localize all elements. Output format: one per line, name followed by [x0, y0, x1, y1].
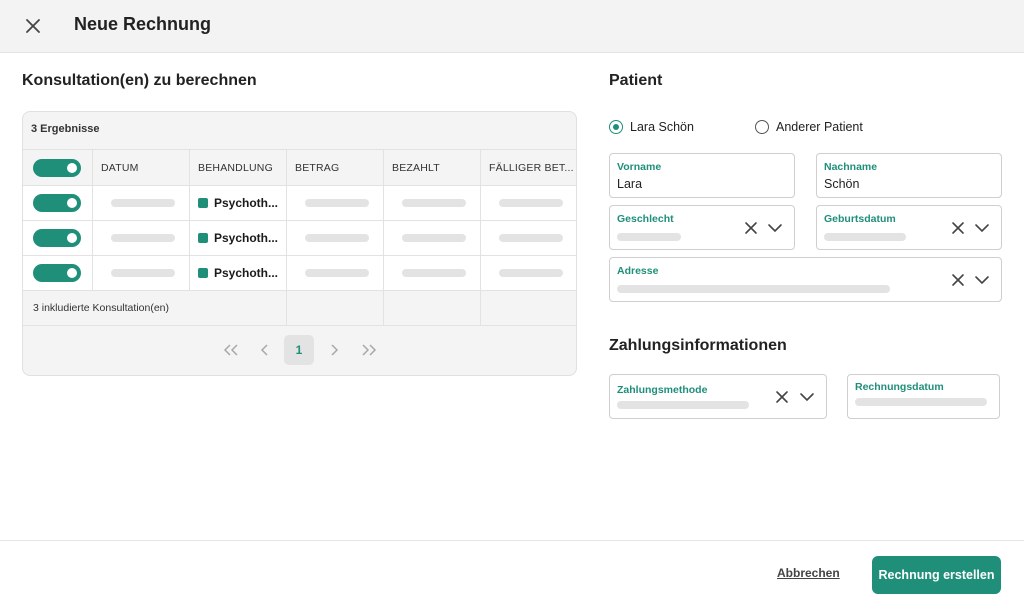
first-name-field[interactable]: Vorname Lara [609, 153, 795, 198]
radio-current-patient[interactable]: Lara Schön [609, 120, 694, 134]
first-page-button[interactable] [216, 335, 246, 365]
dialog-title: Neue Rechnung [74, 14, 212, 34]
clear-icon[interactable] [950, 220, 966, 236]
cancel-button[interactable]: Abbrechen [777, 566, 840, 580]
address-select[interactable]: Adresse [609, 257, 1002, 302]
column-header-datum[interactable]: DATUM [92, 150, 189, 185]
loading-placeholder [402, 269, 466, 277]
radio-unselected-icon [755, 120, 769, 134]
treatment-color-icon [198, 268, 208, 278]
next-page-button[interactable] [319, 335, 349, 365]
treatment-cell: Psychoth... [198, 231, 278, 245]
loading-placeholder [305, 234, 369, 242]
loading-placeholder [617, 285, 890, 293]
double-chevron-right-icon [362, 344, 377, 356]
chevron-down-icon[interactable] [767, 220, 783, 236]
last-name-field[interactable]: Nachname Schön [816, 153, 1002, 198]
loading-placeholder [617, 233, 681, 241]
treatment-cell: Psychoth... [198, 196, 278, 210]
loading-placeholder [617, 401, 749, 409]
gender-select[interactable]: Geschlecht [609, 205, 795, 250]
pagination: 1 [23, 335, 576, 367]
clear-icon[interactable] [743, 220, 759, 236]
radio-other-patient[interactable]: Anderer Patient [755, 120, 863, 134]
payment-title: Zahlungsinformationen [609, 337, 787, 354]
consultations-title: Konsultation(en) zu berechnen [22, 72, 257, 89]
table-header-row: DATUM BEHANDLUNG BETRAG BEZAHLT FÄLLIGER… [23, 149, 576, 185]
table-row[interactable]: Psychoth... [23, 220, 576, 255]
treatment-cell: Psychoth... [198, 266, 278, 280]
clear-icon[interactable] [950, 272, 966, 288]
patient-title: Patient [609, 72, 663, 89]
table-row[interactable]: Psychoth... [23, 255, 576, 290]
last-page-button[interactable] [354, 335, 384, 365]
loading-placeholder [305, 269, 369, 277]
chevron-left-icon [260, 344, 268, 356]
loading-placeholder [855, 398, 987, 406]
close-button[interactable] [22, 15, 44, 37]
row-select-toggle[interactable] [33, 229, 81, 247]
clear-icon[interactable] [774, 389, 790, 405]
chevron-down-icon[interactable] [974, 272, 990, 288]
loading-placeholder [111, 199, 175, 207]
loading-placeholder [305, 199, 369, 207]
birthdate-select[interactable]: Geburtsdatum [816, 205, 1002, 250]
loading-placeholder [402, 234, 466, 242]
loading-placeholder [824, 233, 906, 241]
column-header-behandlung[interactable]: BEHANDLUNG [189, 150, 286, 185]
create-invoice-button[interactable]: Rechnung erstellen [872, 556, 1001, 594]
results-count: 3 Ergebnisse [31, 123, 100, 135]
consultations-table-card: 3 Ergebnisse DATUM BEHANDLUNG BETRAG BEZ… [22, 111, 577, 376]
previous-page-button[interactable] [250, 335, 280, 365]
column-header-bezahlt[interactable]: BEZAHLT [383, 150, 480, 185]
column-header-betrag[interactable]: BETRAG [286, 150, 383, 185]
chevron-down-icon[interactable] [974, 220, 990, 236]
table-row[interactable]: Psychoth... [23, 185, 576, 220]
chevron-right-icon [331, 344, 339, 356]
treatment-color-icon [198, 198, 208, 208]
chevron-down-icon[interactable] [799, 389, 815, 405]
loading-placeholder [402, 199, 466, 207]
close-icon [26, 19, 40, 33]
page-1-button[interactable]: 1 [284, 335, 314, 365]
invoice-date-field[interactable]: Rechnungsdatum [847, 374, 1000, 419]
select-all-toggle[interactable] [33, 158, 81, 177]
loading-placeholder [499, 234, 563, 242]
footer-divider [0, 540, 1024, 541]
treatment-color-icon [198, 233, 208, 243]
loading-placeholder [111, 269, 175, 277]
loading-placeholder [499, 199, 563, 207]
double-chevron-left-icon [223, 344, 238, 356]
row-select-toggle[interactable] [33, 264, 81, 282]
row-select-toggle[interactable] [33, 194, 81, 212]
dialog-header: Neue Rechnung [0, 0, 1024, 53]
column-header-faelliger-betrag[interactable]: FÄLLIGER BET... [480, 150, 576, 185]
loading-placeholder [111, 234, 175, 242]
included-consultations-text: 3 inkludierte Konsultation(en) [33, 302, 169, 314]
table-footer-row: 3 inkludierte Konsultation(en) [23, 290, 576, 325]
payment-method-select[interactable]: Zahlungsmethode [609, 374, 827, 419]
loading-placeholder [499, 269, 563, 277]
radio-selected-icon [609, 120, 623, 134]
